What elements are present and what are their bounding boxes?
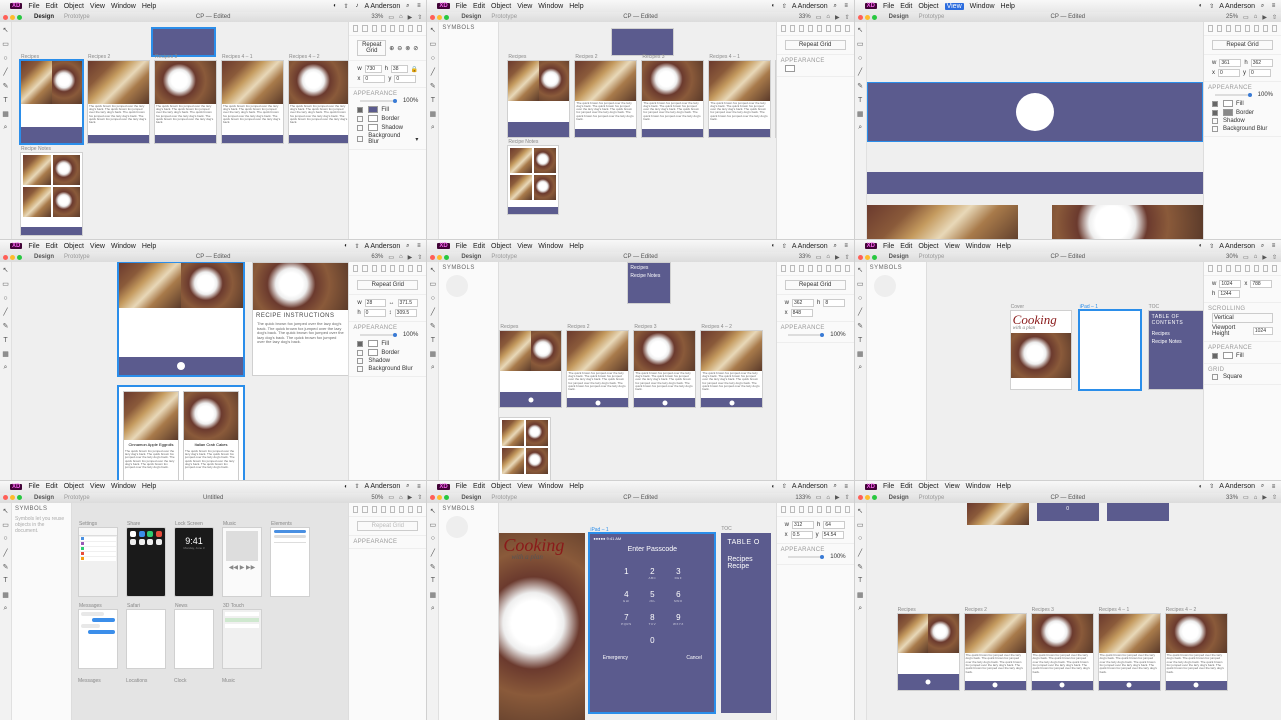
key-9[interactable]: 9WXYZ [670,613,686,626]
tab-design[interactable]: Design [34,14,54,20]
menu-file[interactable]: File [28,3,39,10]
align-controls[interactable] [349,22,426,36]
border-swatch[interactable] [368,115,378,122]
rect-tool[interactable]: ▭ [2,40,10,48]
y-field[interactable]: 0 [394,75,416,83]
fill-toggle[interactable] [357,107,363,113]
xd-window-3: XDFileEditObjectViewWindowHelp◐⇧A Anders… [855,0,1281,239]
border-toggle[interactable] [357,116,363,122]
boolean-op-icon[interactable]: ⊕ [389,45,394,52]
menu-edit[interactable]: Edit [46,3,58,10]
emergency-button[interactable]: Emergency [603,655,628,661]
ipad-artboard-label: iPad – 1 [1080,304,1098,310]
device-preview-icon[interactable]: ▭ [388,14,394,21]
boolean-op-icon[interactable]: ⊗ [405,45,410,52]
notifications-icon[interactable]: ≡ [415,3,422,10]
xd-window-2: XDFileEditObjectViewWindowHelp◐⇧A Anders… [427,0,853,239]
key-3[interactable]: 3DEF [670,567,686,580]
passcode-title: Enter Passcode [628,546,677,553]
status-icon: ◐ [332,3,339,10]
blur-toggle[interactable] [357,136,363,142]
cancel-button[interactable]: Cancel [686,655,702,661]
play-icon[interactable]: ▶ [408,14,413,21]
symbols-panel: SYMBOLS [439,22,499,239]
key-5[interactable]: 5JKL [644,590,660,603]
key-2[interactable]: 2ABC [644,567,660,580]
xd-window-7: XDFileEditObjectViewWindowHelp◐⇧A Anders… [0,481,426,720]
status-icon: ⇧ [343,3,350,10]
zoom-tool[interactable]: ⌕ [2,124,10,132]
fill-swatch[interactable] [368,106,378,113]
menu-view[interactable]: View [90,3,105,10]
xd-window-4: XDFileEditObjectViewWindowHelp◐⇧A Anders… [0,240,426,479]
select-tool[interactable]: ↖ [2,26,10,34]
xd-app-icon[interactable]: XD [10,3,22,9]
traffic-lights[interactable] [3,15,22,20]
x-field[interactable]: 0 [363,75,385,83]
xd-window-1: XD File Edit Object View Window Help ◐ ⇧… [0,0,426,239]
menu-view-highlighted[interactable]: View [945,3,964,10]
doc-title: CP — Edited [196,14,231,20]
xd-window-6: XDFileEditObjectViewWindowHelp◐⇧A Anders… [855,240,1281,479]
window-titlebar: Design Prototype CP — Edited 33% ▭ ⌂ ▶ ⇧ [0,12,426,22]
boolean-op-icon[interactable]: ⊘ [413,45,418,52]
h-field[interactable]: 38 [391,65,408,73]
desktop-preview-icon[interactable]: ⌂ [399,14,403,20]
user-name[interactable]: A Anderson [365,3,401,10]
key-8[interactable]: 8TUV [644,613,660,626]
spotlight-icon[interactable]: ⌕ [404,3,411,10]
shadow-toggle[interactable] [357,125,363,131]
boolean-op-icon[interactable]: ⊖ [397,45,402,52]
text-tool[interactable]: T [2,96,10,104]
key-0[interactable]: 0 [644,636,660,645]
doc-title-untitled: Untitled [203,495,223,501]
xd-window-8: XDFileEditObjectViewWindowHelp◐⇧A Anders… [427,481,853,720]
opacity-value[interactable]: 100% [403,98,418,104]
menu-window[interactable]: Window [111,3,136,10]
pen-tool[interactable]: ✎ [2,82,10,90]
tab-prototype[interactable]: Prototype [64,14,90,20]
line-tool[interactable]: ╱ [2,68,10,76]
xd-window-5: XDFileEditObjectViewWindowHelp◐⇧A Anders… [427,240,853,479]
w-field[interactable]: 730 [365,65,382,73]
key-1[interactable]: 1 [618,567,634,580]
passcode-keypad: 1 2ABC 3DEF 4GHI 5JKL 6MNO 7PQRS 8TUV 9W… [618,567,686,645]
key-7[interactable]: 7PQRS [618,613,634,626]
artboard-tool[interactable]: ▦ [2,110,10,118]
key-4[interactable]: 4GHI [618,590,634,603]
ellipse-tool[interactable]: ○ [2,54,10,62]
scrolling-select[interactable]: Vertical [1212,313,1273,323]
key-6[interactable]: 6MNO [670,590,686,603]
repeat-grid-button[interactable]: Repeat Grid [357,40,386,56]
status-icon: ♪ [354,3,361,10]
zoom-value[interactable]: 33% [371,14,383,20]
xd-window-9: XDFileEditObjectViewWindowHelp◐⇧A Anders… [855,481,1281,720]
tool-panel: ↖ ▭ ○ ╱ ✎ T ▦ ⌕ [0,22,12,239]
property-inspector: Repeat Grid⊕⊖⊗⊘ w 730 h 38 🔒 x 0 y 0 APP… [348,22,426,239]
macos-menubar: XD File Edit Object View Window Help ◐ ⇧… [0,0,426,12]
recipe-instructions-heading: RECIPE INSTRUCTIONS [256,313,346,319]
canvas[interactable]: Recipes Recipes 2 The quick brown fox ju… [12,22,348,239]
share-icon[interactable]: ⇧ [417,14,422,21]
menu-object[interactable]: Object [64,3,84,10]
menu-help[interactable]: Help [142,3,156,10]
